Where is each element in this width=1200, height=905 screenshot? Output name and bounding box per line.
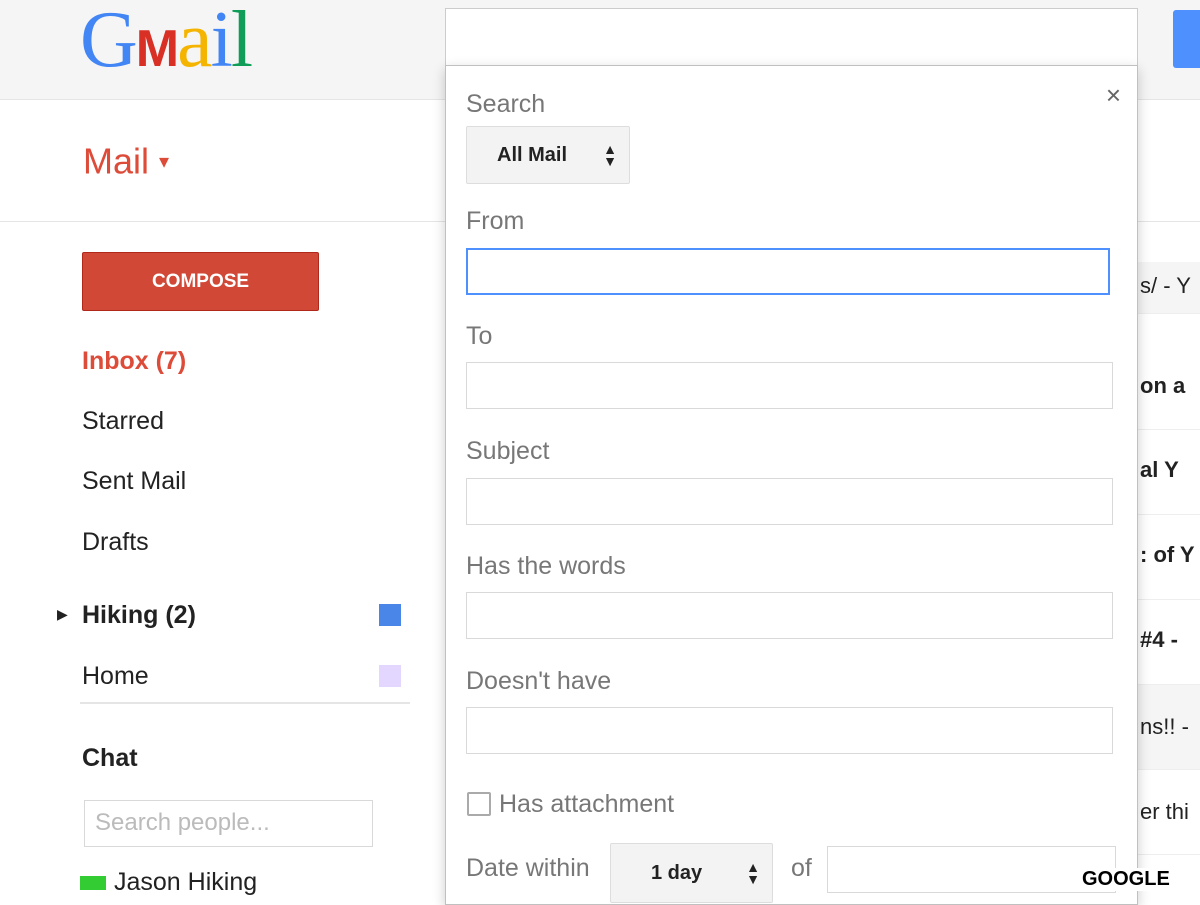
from-label: From (466, 207, 525, 235)
label-color-swatch[interactable] (379, 665, 401, 687)
compose-button[interactable]: COMPOSE (82, 252, 319, 311)
chat-contact[interactable]: Jason Hiking (80, 868, 257, 897)
updown-icon: ▲ ▼ (746, 859, 760, 887)
updown-icon: ▲ ▼ (603, 141, 617, 169)
search-input[interactable] (445, 8, 1138, 66)
search-button[interactable] (1173, 10, 1200, 68)
search-scope-select[interactable]: All Mail ▲ ▼ (466, 126, 630, 184)
expand-arrow-icon[interactable]: ▶ (57, 606, 68, 623)
email-row[interactable]: al Y (1138, 430, 1200, 515)
close-icon[interactable]: × (1106, 80, 1121, 111)
label-color-swatch[interactable] (379, 604, 401, 626)
doesnt-have-input[interactable] (466, 707, 1113, 754)
subject-label: Subject (466, 437, 550, 465)
to-input[interactable] (466, 362, 1113, 409)
video-icon (80, 876, 106, 891)
email-row[interactable]: er thi (1138, 770, 1200, 855)
contact-name: Jason Hiking (114, 868, 258, 896)
subject-input[interactable] (466, 478, 1113, 525)
has-attachment-label: Has attachment (499, 790, 675, 818)
doesnt-have-label: Doesn't have (466, 667, 612, 695)
nav-hiking[interactable]: Hiking (2) (82, 601, 196, 630)
search-scope-label: Search (466, 90, 546, 118)
email-row[interactable]: on a (1138, 344, 1200, 430)
app-switcher[interactable]: Mail ▾ (83, 138, 169, 182)
divider (80, 702, 410, 704)
nav-inbox[interactable]: Inbox (7) (82, 347, 186, 376)
to-label: To (466, 322, 493, 350)
from-input[interactable] (466, 248, 1110, 295)
date-within-select[interactable]: 1 day ▲ ▼ (610, 843, 773, 903)
nav-home[interactable]: Home (82, 662, 149, 691)
email-row[interactable]: ns!! - (1138, 685, 1200, 770)
caret-down-icon: ▾ (159, 150, 170, 173)
of-label: of (791, 854, 812, 882)
chat-heading: Chat (82, 744, 138, 772)
date-within-label: Date within (466, 854, 590, 882)
watermark: GOOGLE (1080, 868, 1172, 891)
email-row[interactable]: : of Y (1138, 515, 1200, 600)
gmail-logo[interactable]: GMail (80, 0, 253, 89)
app-switcher-label: Mail (83, 140, 150, 182)
email-row[interactable]: #4 - (1138, 600, 1200, 685)
email-row[interactable]: s/ - Y (1138, 262, 1200, 314)
date-input[interactable] (827, 846, 1116, 893)
nav-sent-mail[interactable]: Sent Mail (82, 467, 186, 496)
nav-drafts[interactable]: Drafts (82, 528, 149, 557)
search-people-input[interactable]: Search people... (84, 800, 373, 847)
nav-starred[interactable]: Starred (82, 407, 164, 436)
has-attachment-checkbox[interactable] (467, 792, 491, 816)
advanced-search-panel: × Search All Mail ▲ ▼ From To Subject Has … (445, 65, 1138, 905)
has-words-label: Has the words (466, 552, 626, 580)
scope-value: All Mail (497, 143, 568, 166)
date-within-value: 1 day (651, 861, 703, 884)
has-words-input[interactable] (466, 592, 1113, 639)
